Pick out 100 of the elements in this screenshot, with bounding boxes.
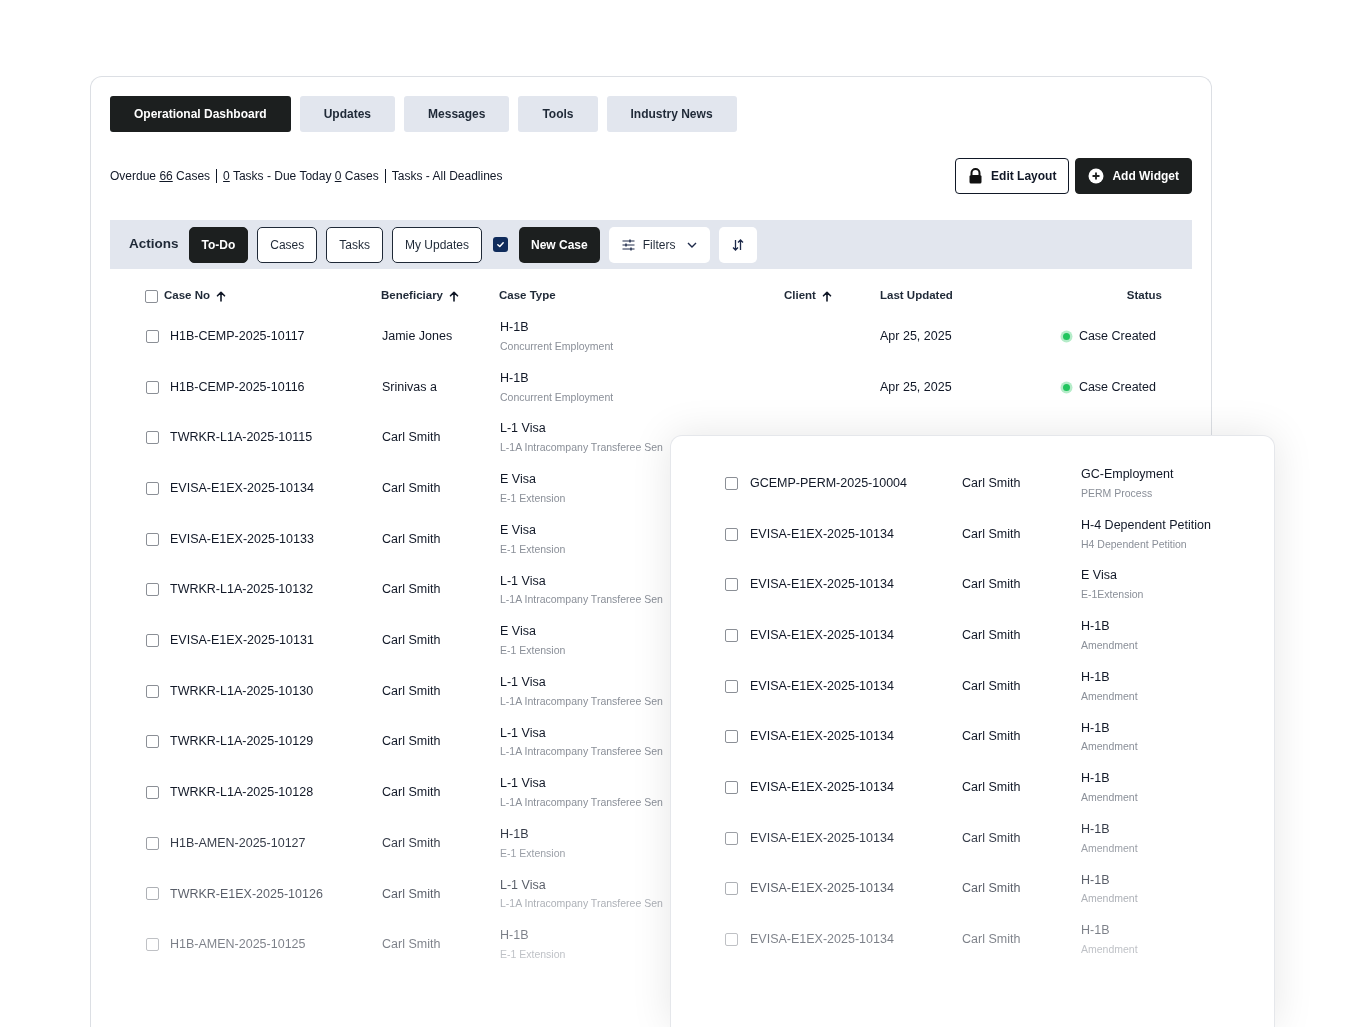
case-number[interactable]: EVISA-E1EX-2025-10134 bbox=[750, 780, 894, 795]
case-number[interactable]: H1B-AMEN-2025-10127 bbox=[170, 835, 306, 850]
add-widget-button[interactable]: Add Widget bbox=[1075, 158, 1192, 194]
up-arrow-icon bbox=[449, 290, 459, 302]
client-name: Carl Smith bbox=[962, 780, 1021, 795]
checkbox[interactable] bbox=[725, 679, 738, 693]
checkbox[interactable] bbox=[145, 289, 158, 303]
plus-circle-icon bbox=[1088, 168, 1105, 184]
case-number[interactable]: H1B-AMEN-2025-10125 bbox=[170, 937, 306, 952]
chevron-down-icon bbox=[687, 241, 698, 248]
case-number[interactable]: H1B-CEMP-2025-10116 bbox=[170, 379, 305, 394]
checkbox[interactable] bbox=[146, 380, 159, 394]
checkbox[interactable] bbox=[725, 476, 738, 490]
checkbox[interactable] bbox=[146, 684, 159, 698]
case-number[interactable]: EVISA-E1EX-2025-10133 bbox=[170, 531, 314, 546]
case-number[interactable]: EVISA-E1EX-2025-10134 bbox=[750, 678, 894, 693]
client-name: Carl Smith bbox=[962, 932, 1021, 947]
filter-button[interactable]: To-Do bbox=[188, 226, 249, 263]
checkbox[interactable] bbox=[725, 578, 738, 592]
tab[interactable]: Operational Dashboard bbox=[110, 96, 291, 132]
case-number[interactable]: GCEMP-PERM-2025-10004 bbox=[750, 475, 907, 490]
new-case-button[interactable]: New Case bbox=[519, 226, 600, 263]
case-number[interactable]: EVISA-E1EX-2025-10134 bbox=[750, 932, 894, 947]
column-header[interactable]: Case Type bbox=[499, 287, 556, 305]
case-number[interactable]: EVISA-E1EX-2025-10134 bbox=[750, 526, 894, 541]
filter-button[interactable]: Cases bbox=[257, 226, 318, 263]
case-number[interactable]: EVISA-E1EX-2025-10134 bbox=[750, 577, 894, 592]
client-name: Carl Smith bbox=[962, 729, 1021, 744]
case-number[interactable]: TWRKR-L1A-2025-10132 bbox=[170, 582, 314, 597]
case-type: H-1B bbox=[1081, 871, 1110, 889]
case-type: H-4 Dependent Petition bbox=[1081, 516, 1211, 534]
client-name: Carl Smith bbox=[962, 475, 1021, 490]
checkbox[interactable] bbox=[146, 735, 159, 749]
column-header[interactable]: Status bbox=[1126, 287, 1162, 305]
checkbox[interactable] bbox=[493, 237, 508, 252]
tab[interactable]: Industry News bbox=[606, 96, 737, 132]
status-text: Case Created bbox=[1078, 378, 1156, 396]
case-number[interactable]: EVISA-E1EX-2025-10131 bbox=[170, 633, 314, 648]
checkbox[interactable] bbox=[146, 836, 159, 850]
checkbox[interactable] bbox=[146, 633, 159, 647]
checkbox[interactable] bbox=[725, 933, 738, 947]
checkbox[interactable] bbox=[725, 730, 738, 744]
count-link[interactable]: 0 bbox=[334, 169, 342, 183]
checkbox[interactable] bbox=[146, 532, 159, 546]
tab[interactable]: Messages bbox=[404, 96, 510, 132]
case-number[interactable]: EVISA-E1EX-2025-10134 bbox=[750, 881, 894, 896]
case-number[interactable]: EVISA-E1EX-2025-10134 bbox=[750, 830, 894, 845]
beneficiary-name: Jamie Jones bbox=[382, 328, 453, 343]
checkbox[interactable] bbox=[146, 431, 159, 445]
filter-button[interactable]: Tasks bbox=[326, 226, 383, 263]
case-number[interactable]: EVISA-E1EX-2025-10134 bbox=[170, 481, 314, 496]
sort-icon bbox=[732, 238, 745, 251]
checkbox[interactable] bbox=[725, 527, 738, 541]
case-number[interactable]: TWRKR-L1A-2025-10128 bbox=[170, 785, 314, 800]
checkbox[interactable] bbox=[725, 882, 738, 896]
case-type: H-1B bbox=[1081, 668, 1110, 686]
filter-button[interactable]: My Updates bbox=[392, 226, 482, 263]
case-subtype: L-1A Intracompany Transferee Sen bbox=[500, 795, 663, 811]
case-number[interactable]: EVISA-E1EX-2025-10134 bbox=[750, 628, 894, 643]
checkbox[interactable] bbox=[146, 583, 159, 597]
checkbox[interactable] bbox=[725, 780, 738, 794]
case-number[interactable]: TWRKR-L1A-2025-10130 bbox=[170, 683, 314, 698]
tab[interactable]: Updates bbox=[299, 96, 396, 132]
case-subtype: Amendment bbox=[1081, 789, 1138, 805]
date-text: Apr 25, 2025 bbox=[880, 379, 952, 394]
checkbox[interactable] bbox=[146, 938, 159, 952]
case-subtype: L-1A Intracompany Transferee Sen bbox=[500, 440, 663, 456]
case-type: H-1B bbox=[1081, 922, 1110, 940]
column-header[interactable]: Client bbox=[784, 287, 832, 305]
case-subtype: E-1 Extension bbox=[500, 845, 566, 861]
case-number[interactable]: EVISA-E1EX-2025-10134 bbox=[750, 729, 894, 744]
client-name: Carl Smith bbox=[962, 526, 1021, 541]
edit-layout-button[interactable]: Edit Layout bbox=[955, 158, 1070, 194]
column-header[interactable]: Case No bbox=[164, 287, 227, 305]
checkbox[interactable] bbox=[725, 628, 738, 642]
case-number[interactable]: TWRKR-L1A-2025-10115 bbox=[170, 430, 313, 445]
case-subtype: E-1 Extension bbox=[500, 642, 566, 658]
checkbox[interactable] bbox=[725, 831, 738, 845]
count-link[interactable]: 66 bbox=[159, 169, 173, 183]
column-header[interactable]: Beneficiary bbox=[381, 287, 459, 305]
case-type: GC-Employment bbox=[1081, 466, 1174, 484]
checkbox[interactable] bbox=[146, 786, 159, 800]
case-number[interactable]: TWRKR-L1A-2025-10129 bbox=[170, 734, 314, 749]
case-type: H-1B bbox=[1081, 770, 1110, 788]
case-number[interactable]: H1B-CEMP-2025-10117 bbox=[170, 328, 305, 343]
tab[interactable]: Tools bbox=[518, 96, 598, 132]
filters-dropdown[interactable]: Filters bbox=[608, 226, 711, 263]
case-type: H-1B bbox=[500, 369, 529, 387]
summary-text: Tasks - All Deadlines bbox=[391, 168, 503, 185]
checkbox[interactable] bbox=[146, 481, 159, 495]
up-arrow-icon bbox=[216, 290, 227, 302]
sort-button[interactable] bbox=[719, 226, 758, 263]
checkbox[interactable] bbox=[146, 329, 159, 343]
beneficiary-name: Carl Smith bbox=[382, 835, 441, 850]
column-header[interactable]: Last Updated bbox=[880, 287, 953, 305]
count-link[interactable]: 0 bbox=[223, 169, 230, 183]
case-number[interactable]: TWRKR-E1EX-2025-10126 bbox=[170, 886, 323, 901]
checkbox[interactable] bbox=[146, 887, 159, 901]
client-name: Carl Smith bbox=[962, 881, 1021, 896]
case-subtype: Amendment bbox=[1081, 942, 1138, 958]
